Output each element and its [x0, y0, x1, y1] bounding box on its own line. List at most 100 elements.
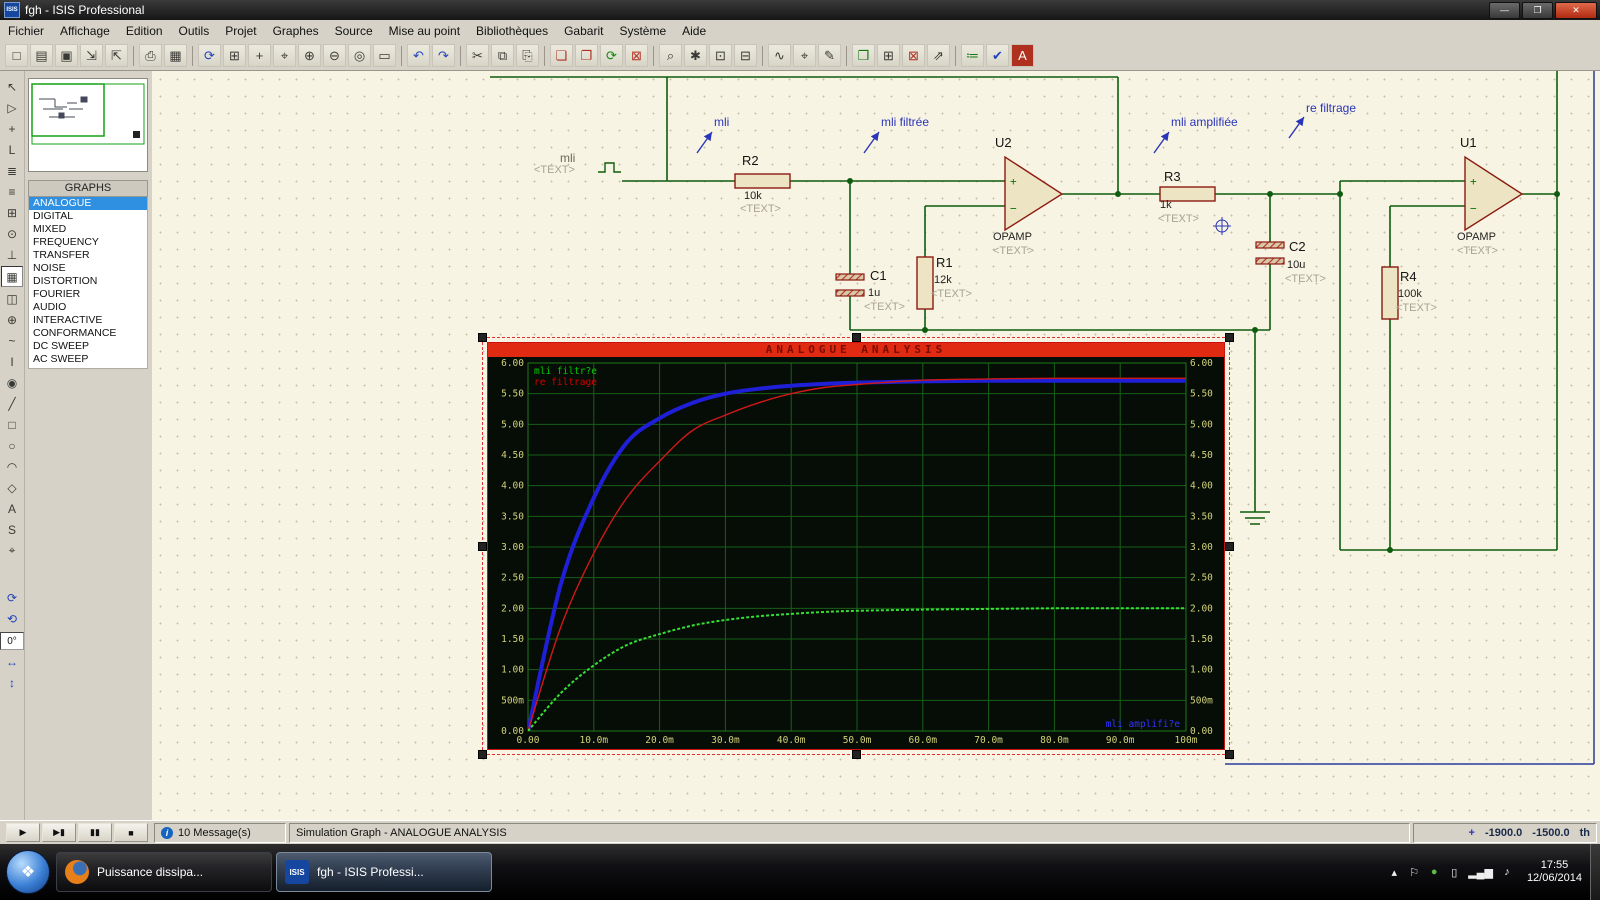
2d-path-tool[interactable]: ◇: [2, 478, 22, 497]
remove-sheet-button[interactable]: ⊠: [902, 44, 925, 67]
menu-item-aide[interactable]: Aide: [674, 22, 714, 40]
selection-mode-tool[interactable]: ↖: [2, 77, 22, 96]
graph-type-mixed[interactable]: MIXED: [29, 223, 147, 236]
menu-item-projet[interactable]: Projet: [217, 22, 264, 40]
graph-type-dc-sweep[interactable]: DC SWEEP: [29, 340, 147, 353]
graph-type-conformance[interactable]: CONFORMANCE: [29, 327, 147, 340]
text-script-tool[interactable]: ≣: [2, 161, 22, 180]
menu-item-syst-me[interactable]: Système: [611, 22, 674, 40]
tape-recorder-tool[interactable]: ◫: [2, 289, 22, 308]
capacitors[interactable]: [835, 241, 1285, 297]
device-pin-tool[interactable]: ⊥: [2, 245, 22, 264]
make-device-button[interactable]: ✱: [684, 44, 707, 67]
taskbar-button-fgh-isis-professi[interactable]: ISIS fgh - ISIS Professi...: [276, 852, 492, 892]
terminal-tool[interactable]: ⊙: [2, 224, 22, 243]
pause-button[interactable]: ▮▮: [78, 823, 112, 842]
netlist-to-ares-button[interactable]: A: [1011, 44, 1034, 67]
current-probe-tool[interactable]: I: [2, 352, 22, 371]
volume-icon[interactable]: ♪: [1501, 866, 1513, 878]
selection-handle[interactable]: [478, 750, 487, 759]
undo-button[interactable]: ↶: [407, 44, 430, 67]
subcircuit-tool[interactable]: ⊞: [2, 203, 22, 222]
zoom-out-button[interactable]: ⊖: [323, 44, 346, 67]
step-button[interactable]: ▶▮: [42, 823, 76, 842]
graph-type-fourier[interactable]: FOURIER: [29, 288, 147, 301]
rotate-anticlockwise-tool[interactable]: ⟲: [2, 609, 22, 628]
pick-device-button[interactable]: ⌕: [659, 44, 682, 67]
graph-type-digital[interactable]: DIGITAL: [29, 210, 147, 223]
block-delete-button[interactable]: ⊠: [625, 44, 648, 67]
paste-button[interactable]: ⎘: [516, 44, 539, 67]
menu-item-affichage[interactable]: Affichage: [52, 22, 118, 40]
2d-line-tool[interactable]: ╱: [2, 394, 22, 413]
graph-type-transfer[interactable]: TRANSFER: [29, 249, 147, 262]
selection-handle[interactable]: [1225, 333, 1234, 342]
selection-handle[interactable]: [1225, 542, 1234, 551]
2d-text-tool[interactable]: A: [2, 499, 22, 518]
graph-type-frequency[interactable]: FREQUENCY: [29, 236, 147, 249]
show-desktop-button[interactable]: [1590, 844, 1600, 900]
selection-handle[interactable]: [478, 333, 487, 342]
rotate-clockwise-tool[interactable]: ⟳: [2, 588, 22, 607]
maximize-button[interactable]: ❐: [1522, 1, 1553, 19]
stop-button[interactable]: ■: [114, 823, 148, 842]
zoom-in-button[interactable]: ⊕: [298, 44, 321, 67]
analysis-graph-window[interactable]: ANALOGUE ANALYSIS 0.00 0.00 500m 500m 1.00 1.…: [478, 333, 1234, 759]
selection-handle[interactable]: [852, 750, 861, 759]
horizontal-mirror-tool[interactable]: ↔: [2, 652, 22, 671]
graph-type-ac-sweep[interactable]: AC SWEEP: [29, 353, 147, 366]
block-move-button[interactable]: ❐: [575, 44, 598, 67]
bus-tool[interactable]: ≡: [2, 182, 22, 201]
graph-type-distortion[interactable]: DISTORTION: [29, 275, 147, 288]
export-section-button[interactable]: ⇱: [105, 44, 128, 67]
block-copy-button[interactable]: ❏: [550, 44, 573, 67]
generator-tool[interactable]: ⊕: [2, 310, 22, 329]
mark-output-area-button[interactable]: ▦: [164, 44, 187, 67]
menu-item-gabarit[interactable]: Gabarit: [556, 22, 611, 40]
design-explorer-button[interactable]: ❒: [852, 44, 875, 67]
new-sheet-button[interactable]: ⊞: [877, 44, 900, 67]
zoom-area-button[interactable]: ▭: [373, 44, 396, 67]
packaging-tool-button[interactable]: ⊡: [709, 44, 732, 67]
exit-to-parent-button[interactable]: ⇗: [927, 44, 950, 67]
close-button[interactable]: ✕: [1555, 1, 1597, 19]
menu-item-fichier[interactable]: Fichier: [0, 22, 52, 40]
graph-type-audio[interactable]: AUDIO: [29, 301, 147, 314]
bill-of-materials-button[interactable]: ≔: [961, 44, 984, 67]
menu-item-outils[interactable]: Outils: [171, 22, 218, 40]
graph-mode-tool[interactable]: ▦: [1, 266, 23, 287]
graph-type-analogue[interactable]: ANALOGUE: [29, 197, 147, 210]
messages-panel[interactable]: i 10 Message(s): [154, 822, 286, 843]
hidden-icons-button[interactable]: ▴: [1388, 866, 1400, 879]
menu-item-graphes[interactable]: Graphes: [265, 22, 327, 40]
center-at-cursor-button[interactable]: ⌖: [273, 44, 296, 67]
menu-item-edition[interactable]: Edition: [118, 22, 171, 40]
device-icon[interactable]: ▯: [1448, 866, 1460, 879]
save-design-button[interactable]: ▣: [55, 44, 78, 67]
redraw-button[interactable]: ⟳: [198, 44, 221, 67]
new-design-button[interactable]: □: [5, 44, 28, 67]
taskbar-clock[interactable]: 17:55 12/06/2014: [1519, 859, 1590, 885]
play-button[interactable]: ▶: [6, 823, 40, 842]
voltage-probe-tool[interactable]: ~: [2, 331, 22, 350]
selection-handle[interactable]: [852, 333, 861, 342]
vertical-mirror-tool[interactable]: ↕: [2, 673, 22, 692]
network-icon[interactable]: ▂▄▆: [1468, 866, 1493, 879]
minimize-button[interactable]: —: [1489, 1, 1520, 19]
junction-dot-tool[interactable]: +: [2, 119, 22, 138]
cut-button[interactable]: ✂: [466, 44, 489, 67]
schematic-canvas[interactable]: + − + − mli <TEXT> R2 10k <TEXT> C1 1u <TEXT> R1 12…: [152, 71, 1600, 820]
open-design-button[interactable]: ▤: [30, 44, 53, 67]
status-icon-green[interactable]: ●: [1428, 866, 1440, 878]
wire-label-tool[interactable]: L: [2, 140, 22, 159]
decompose-button[interactable]: ⊟: [734, 44, 757, 67]
component-mode-tool[interactable]: ▷: [2, 98, 22, 117]
taskbar-button-puissance-dissipa[interactable]: Puissance dissipa...: [56, 852, 272, 892]
import-section-button[interactable]: ⇲: [80, 44, 103, 67]
redo-button[interactable]: ↷: [432, 44, 455, 67]
start-button[interactable]: ❖: [6, 850, 50, 894]
selection-handle[interactable]: [478, 542, 487, 551]
graph-type-interactive[interactable]: INTERACTIVE: [29, 314, 147, 327]
menu-item-biblioth-ques[interactable]: Bibliothèques: [468, 22, 556, 40]
2d-circle-tool[interactable]: ○: [2, 436, 22, 455]
